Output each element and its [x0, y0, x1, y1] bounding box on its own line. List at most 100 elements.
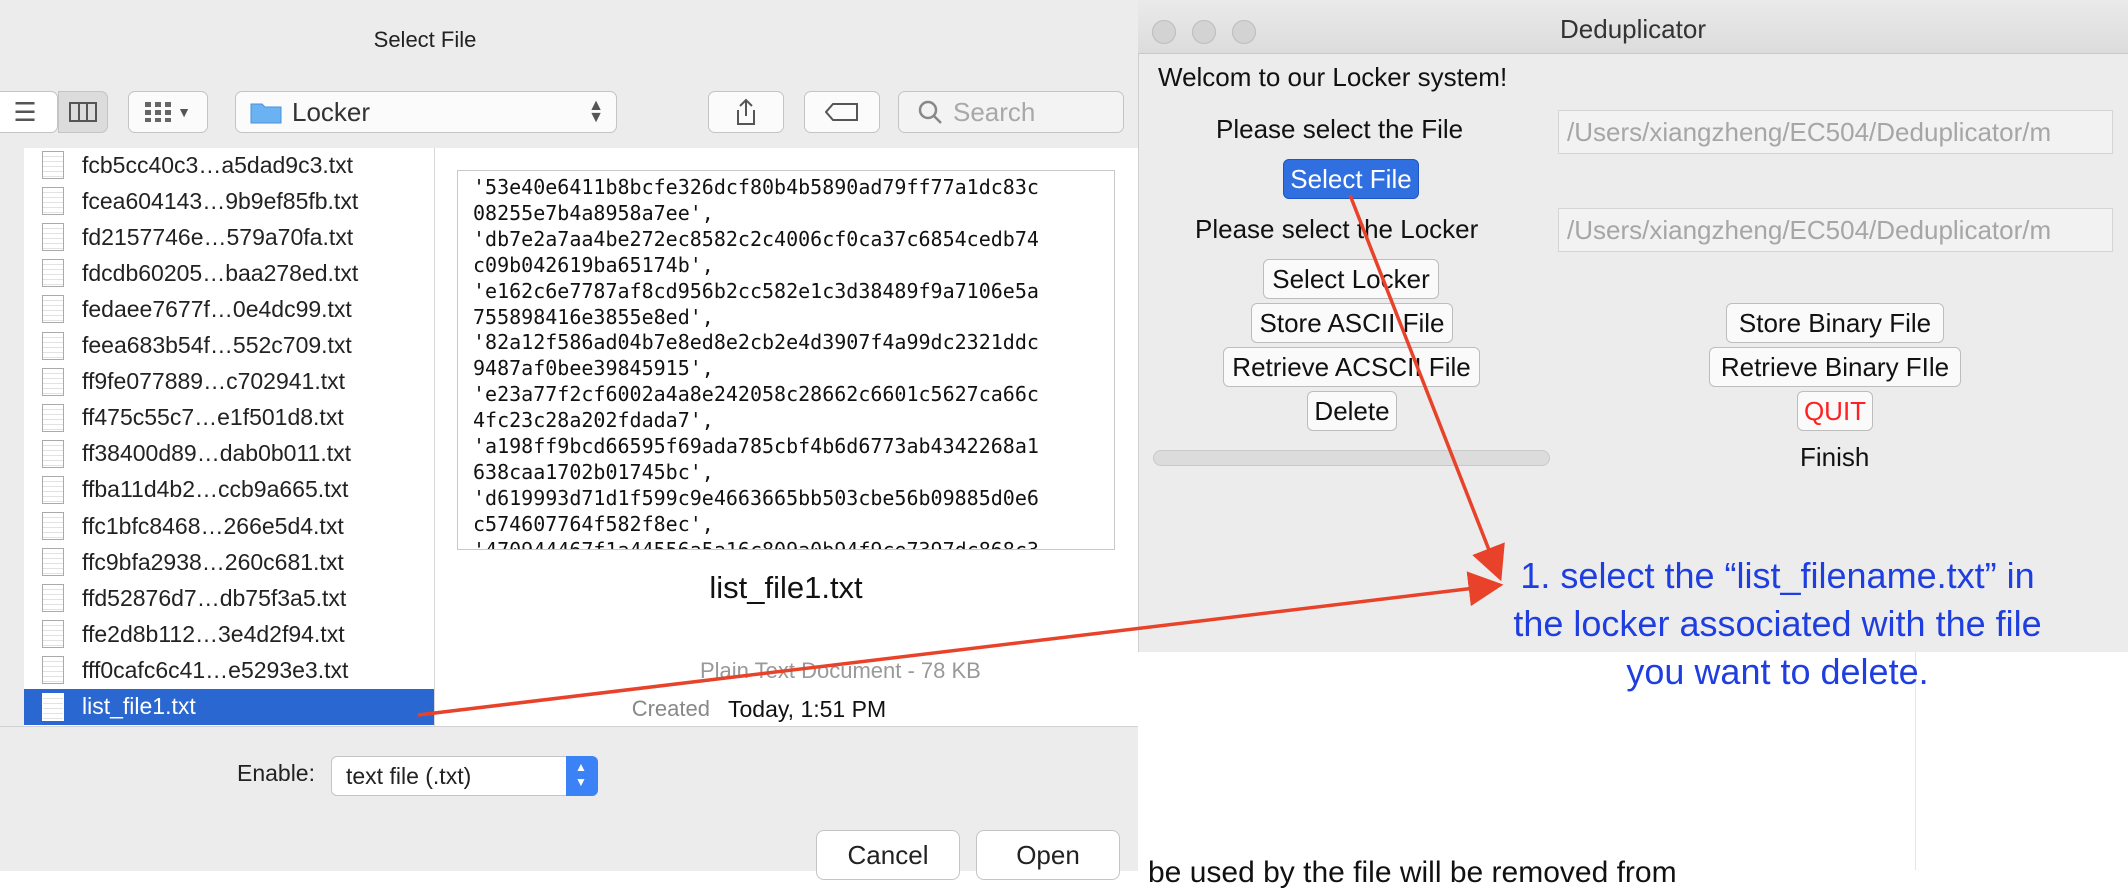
file-list-item[interactable]: ffc9bfa2938…260c681.txt [24, 544, 434, 580]
document-icon [42, 295, 64, 324]
location-popup[interactable]: Locker ▲ ▼ [235, 91, 617, 133]
preview-line: 755898416e3855e8ed', [473, 304, 714, 329]
file-name: fedaee7677f…0e4dc99.txt [82, 295, 352, 322]
quit-button[interactable]: QUIT [1797, 391, 1873, 431]
created-label: Created [631, 696, 710, 721]
list-view-icon: ☰ [13, 97, 37, 127]
file-list-item[interactable]: fdcdb60205…baa278ed.txt [24, 255, 434, 291]
file-list-item[interactable]: ff9fe077889…c702941.txt [24, 364, 434, 400]
document-icon [42, 692, 64, 721]
file-name: list_file1.txt [82, 693, 196, 719]
file-name: ffc9bfa2938…260c681.txt [82, 548, 344, 575]
share-icon [737, 98, 755, 125]
select-file-button[interactable]: Select File [1283, 159, 1419, 199]
preview-line: 4fc23c28a202fdada7', [473, 408, 714, 433]
preview-line: 'a198ff9bcd66595f69ada785cbf4b6d6773ab43… [473, 434, 1039, 459]
dialog-title: Select File [373, 27, 477, 52]
folder-icon [250, 103, 282, 124]
deduplicator-title: Deduplicator [1560, 14, 1706, 44]
locker-path-field[interactable]: /Users/xiangzheng/EC504/Deduplicator/m [1558, 208, 2113, 252]
file-list-item[interactable]: feea683b54f…552c709.txt [24, 328, 434, 364]
file-name: fff0cafc6c41…e5293e3.txt [82, 656, 349, 683]
file-list-item[interactable]: fff0cafc6c41…e5293e3.txt [24, 652, 434, 688]
file-list-item[interactable]: ffd52876d7…db75f3a5.txt [24, 580, 434, 616]
preview-line: 638caa1702b01745bc', [473, 459, 714, 484]
updown-chevron-icon: ▲ ▼ [588, 97, 604, 126]
document-icon [42, 187, 64, 216]
file-path-field[interactable]: /Users/xiangzheng/EC504/Deduplicator/m [1558, 110, 2113, 154]
document-icon [42, 259, 64, 288]
document-icon [42, 512, 64, 540]
document-icon [42, 620, 64, 649]
file-list-item[interactable]: ffe2d8b112…3e4d2f94.txt [24, 616, 434, 652]
grid-icon [145, 102, 172, 122]
preview-line: '82a12f586ad04b7e8ed8e2cb2e4d3907f4a99dc… [473, 330, 1039, 355]
tag-icon [825, 103, 858, 121]
file-name: fcb5cc40c3…a5dad9c3.txt [82, 151, 354, 178]
file-name: fd2157746e…579a70fa.txt [82, 223, 354, 250]
list-view-button[interactable]: ☰ [0, 91, 58, 133]
retrieve-ascii-button[interactable]: Retrieve ACSCII File [1223, 347, 1480, 387]
file-list-item[interactable]: ffc1bfc8468…266e5d4.txt [24, 508, 434, 544]
arrange-button[interactable]: ▼ [128, 91, 208, 133]
preview-kind: Plain Text Document - 78 KB [700, 658, 981, 683]
search-placeholder: Search [953, 96, 1036, 127]
select-locker-prompt: Please select the Locker [1195, 214, 1479, 244]
tag-button[interactable] [804, 91, 880, 133]
file-list-item[interactable]: ffba11d4b2…ccb9a665.txt [24, 472, 434, 508]
document-icon [42, 475, 64, 504]
document-icon [42, 439, 64, 468]
open-button[interactable]: Open [976, 830, 1120, 880]
select-locker-button[interactable]: Select Locker [1263, 259, 1439, 299]
preview-line: '470944467f1a44556a5a16c809a0b94f9ce7397… [473, 537, 1039, 550]
select-stepper-icon[interactable]: ▲ ▼ [566, 756, 598, 796]
store-binary-button[interactable]: Store Binary File [1726, 303, 1944, 343]
dialog-bottom-bar [0, 726, 1138, 871]
preview-filename: list_file1.txt [709, 570, 863, 605]
file-list-item[interactable]: fd2157746e…579a70fa.txt [24, 219, 434, 255]
file-list-item[interactable]: list_file1.txt [24, 688, 434, 725]
document-icon [42, 656, 64, 685]
preview-line: c574607764f582f8ec', [473, 511, 714, 536]
file-list-item[interactable]: fcb5cc40c3…a5dad9c3.txt [24, 148, 434, 183]
file-name: ffd52876d7…db75f3a5.txt [82, 584, 347, 611]
file-name: fcea604143…9b9ef85fb.txt [82, 187, 359, 214]
annotation-text: 1. select the “list_filename.txt” in the… [1513, 555, 2042, 692]
delete-button[interactable]: Delete [1307, 391, 1397, 431]
search-icon [918, 100, 942, 124]
document-icon [42, 548, 64, 577]
retrieve-binary-button[interactable]: Retrieve Binary FIle [1709, 347, 1961, 387]
preview-line: 08255e7b4a8958a7ee', [473, 200, 714, 225]
document-icon [42, 223, 64, 252]
file-name: ff9fe077889…c702941.txt [82, 368, 346, 395]
background-doc-text: be used by the file will be removed from [1148, 856, 1677, 889]
preview-line: 9487af0bee39845915', [473, 356, 714, 381]
select-file-prompt: Please select the File [1216, 114, 1464, 144]
column-view-button[interactable] [58, 91, 108, 133]
document-icon [42, 403, 64, 432]
enable-value: text file (.txt) [346, 762, 472, 789]
welcome-text: Welcom to our Locker system! [1158, 62, 1508, 92]
search-field[interactable]: Search [898, 91, 1124, 133]
file-list-item[interactable]: ff475c55c7…e1f501d8.txt [24, 400, 434, 436]
store-ascii-button[interactable]: Store ASCII File [1251, 303, 1453, 343]
enable-label: Enable: [236, 760, 315, 786]
status-text: Finish [1800, 442, 1870, 472]
document-icon [42, 584, 64, 613]
file-name: ffc1bfc8468…266e5d4.txt [82, 512, 344, 539]
created-value: Today, 1:51 PM [728, 696, 887, 722]
preview-text-box: '53e40e6411b8bcfe326dcf80b4b5890ad79ff77… [457, 170, 1115, 550]
file-list-item[interactable]: fcea604143…9b9ef85fb.txt [24, 183, 434, 219]
document-icon [42, 367, 64, 396]
enable-select[interactable]: text file (.txt) [331, 756, 598, 796]
preview-line: 'd619993d71d1f599c9e4663665bb503cbe56b09… [473, 485, 1039, 510]
file-list-item[interactable]: fedaee7677f…0e4dc99.txt [24, 291, 434, 327]
file-name: ffba11d4b2…ccb9a665.txt [82, 476, 349, 503]
share-button[interactable] [708, 91, 784, 133]
location-label: Locker [292, 96, 371, 127]
document-icon [42, 151, 64, 179]
file-name: feea683b54f…552c709.txt [82, 332, 352, 358]
cancel-button[interactable]: Cancel [816, 830, 960, 880]
file-list-item[interactable]: ff38400d89…dab0b011.txt [24, 436, 434, 472]
preview-line: '53e40e6411b8bcfe326dcf80b4b5890ad79ff77… [473, 175, 1039, 199]
